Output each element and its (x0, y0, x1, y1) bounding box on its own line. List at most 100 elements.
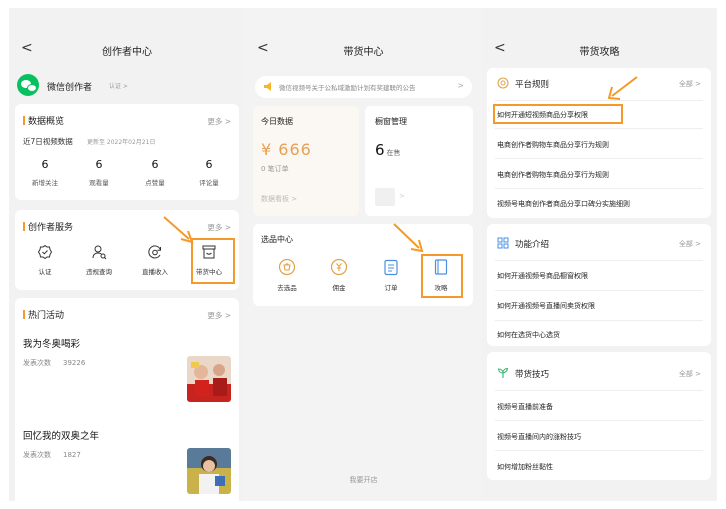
overview-more-link[interactable]: 更多 > (207, 116, 231, 127)
announcement-bar[interactable]: 微信视频号关于公私域激励计划有奖建联的公告 > (255, 76, 472, 98)
stat-label: 点赞量 (145, 179, 165, 187)
commerce-guide-screen: < 带货攻略 平台规则 全部 > 如何开通短视频商品分享权限 电商创作者购物车商… (482, 8, 717, 501)
services-card: 创作者服务 更多 > 认证 违规查询 直播收入 带货中心 (15, 210, 239, 290)
service-live-income[interactable]: 直播收入 (133, 244, 177, 276)
speaker-icon (264, 82, 271, 91)
window-title: 橱窗管理 (375, 117, 407, 126)
hot-title: 热门活动 (23, 308, 64, 321)
creator-center-screen: < 创作者中心 微信创作者 认证 > 数据概览 更多 > 近7日视频数据 更新至… (9, 8, 245, 501)
guide-item[interactable]: 视频号电商创作者商品分享口碑分实施细则 (497, 199, 630, 209)
person-search-icon (91, 244, 107, 260)
commerce-tips-card: 带货技巧 全部 > 视频号直播前准备 视频号直播间内的涨粉技巧 如何增加粉丝黏性 (487, 352, 711, 480)
account-name: 微信创作者 (47, 83, 93, 93)
tools-title: 选品中心 (261, 235, 293, 244)
chevron-right-icon: > (399, 192, 405, 200)
stat-likes: 6 点赞量 (133, 158, 177, 187)
hot-more-link[interactable]: 更多 > (207, 310, 231, 321)
overview-period: 近7日视频数据 (23, 137, 73, 146)
today-amount: ¥ 666 (261, 140, 312, 159)
guide-item[interactable]: 如何开通视频号直播间卖货权限 (497, 301, 595, 311)
activity-stat-label: 发表次数 (23, 451, 51, 459)
activity-count: 39226 (63, 359, 86, 367)
commerce-center-screen: < 带货中心 微信视频号关于公私域激励计划有奖建联的公告 > 今日数据 ¥ 66… (245, 8, 482, 501)
window-management-card[interactable]: 橱窗管理 6 在售 > (365, 106, 473, 216)
tool-select-product[interactable]: 去选品 (265, 258, 309, 292)
overview-card: 数据概览 更多 > 近7日视频数据 更新至 2022年02月21日 6 新增关注 … (15, 104, 239, 200)
services-title-text: 创作者服务 (28, 223, 74, 233)
guide-item[interactable]: 如何开通视频号商品橱窗权限 (497, 271, 588, 281)
view-all-link[interactable]: 全部 > (679, 369, 701, 379)
dashboard-link[interactable]: 数据看板 > (261, 194, 297, 204)
tool-orders[interactable]: 订单 (369, 258, 413, 292)
account-row[interactable]: 微信创作者 认证 > (17, 74, 217, 96)
overview-title: 数据概览 (23, 114, 64, 127)
activity-thumbnail[interactable] (187, 448, 231, 494)
tool-label: 去选品 (277, 284, 297, 292)
service-label: 认证 (38, 268, 52, 276)
wechat-logo-icon (17, 74, 39, 96)
activity-name[interactable]: 我为冬奥喝彩 (23, 336, 80, 350)
activity-stats: 发表次数 39226 (23, 358, 85, 368)
tool-commission[interactable]: 佣金 (317, 258, 361, 292)
announcement-text: 微信视频号关于公私域激励计划有奖建联的公告 (279, 84, 416, 92)
overview-updated: 更新至 2022年02月21日 (87, 139, 156, 146)
service-label: 违规查询 (86, 268, 112, 276)
platform-rules-card: 平台规则 全部 > 如何开通短视频商品分享权限 电商创作者购物车商品分享行为规则… (487, 68, 711, 218)
feature-intro-card: 功能介绍 全部 > 如何开通视频号商品橱窗权限 如何开通视频号直播间卖货权限 如… (487, 224, 711, 346)
guide-item[interactable]: 视频号直播前准备 (497, 402, 553, 412)
rules-circle-icon (497, 77, 509, 89)
hot-title-text: 热门活动 (28, 311, 65, 321)
section-header: 带货技巧 全部 > (487, 358, 711, 388)
guide-item[interactable]: 电商创作者购物车商品分享行为规则 (497, 140, 609, 150)
activity-count: 1827 (63, 451, 81, 459)
highlight-box (421, 254, 463, 298)
highlight-box (493, 104, 623, 124)
overview-title-text: 数据概览 (28, 117, 65, 127)
open-store-link[interactable]: 我要开店 (245, 475, 482, 485)
section-header: 平台规则 全部 > (487, 68, 711, 98)
guide-item[interactable]: 电商创作者购物车商品分享行为规则 (497, 170, 609, 180)
services-title: 创作者服务 (23, 220, 73, 233)
page-title: 带货中心 (343, 47, 384, 58)
view-all-link[interactable]: 全部 > (679, 239, 701, 249)
guide-item[interactable]: 视频号直播间内的涨粉技巧 (497, 432, 581, 442)
tool-label: 订单 (384, 284, 398, 292)
stat-label: 新增关注 (32, 179, 58, 187)
stat-value: 6 (95, 158, 103, 171)
section-header: 功能介绍 全部 > (487, 228, 711, 258)
activity-name[interactable]: 回忆我的双奥之年 (23, 428, 99, 442)
service-verify[interactable]: 认证 (23, 244, 67, 276)
navbar: < 带货攻略 (482, 8, 717, 70)
stat-value: 6 (41, 158, 49, 171)
pointer-arrow-icon (393, 223, 424, 253)
service-violation-query[interactable]: 违规查询 (77, 244, 121, 276)
highlight-box (191, 238, 235, 284)
commission-coin-icon (330, 258, 348, 276)
today-data-card[interactable]: 今日数据 ¥ 666 0 笔订单 数据看板 > (253, 106, 359, 216)
services-more-link[interactable]: 更多 > (207, 222, 231, 233)
verify-badge[interactable]: 认证 > (105, 80, 132, 91)
divider (495, 420, 703, 421)
service-label: 直播收入 (142, 268, 168, 276)
section-title: 功能介绍 (515, 240, 550, 250)
select-product-icon (278, 258, 296, 276)
stat-views: 6 观看量 (77, 158, 121, 187)
window-count-row: 6 在售 (375, 140, 401, 159)
pointer-arrow-icon (607, 76, 638, 100)
accent-bar (23, 222, 25, 231)
section-title: 带货技巧 (515, 370, 550, 380)
sprout-icon (497, 367, 509, 378)
chevron-right-icon: > (457, 81, 464, 90)
hot-activities-card: 热门活动 更多 > 我为冬奥喝彩 发表次数 39226 回忆我的双奥之年 发表次数… (15, 298, 239, 501)
selection-center-card: 选品中心 去选品 佣金 订单 攻略 (253, 224, 473, 306)
window-count-suffix: 在售 (386, 149, 401, 157)
stat-label: 评论量 (199, 179, 219, 187)
stat-new-follows: 6 新增关注 (23, 158, 67, 187)
divider (495, 188, 703, 189)
navbar: < 带货中心 (245, 8, 482, 70)
window-count: 6 (375, 141, 385, 159)
activity-thumbnail[interactable] (187, 356, 231, 402)
guide-item[interactable]: 如何在选货中心选货 (497, 330, 560, 340)
guide-item[interactable]: 如何增加粉丝黏性 (497, 462, 553, 472)
view-all-link[interactable]: 全部 > (679, 79, 701, 89)
